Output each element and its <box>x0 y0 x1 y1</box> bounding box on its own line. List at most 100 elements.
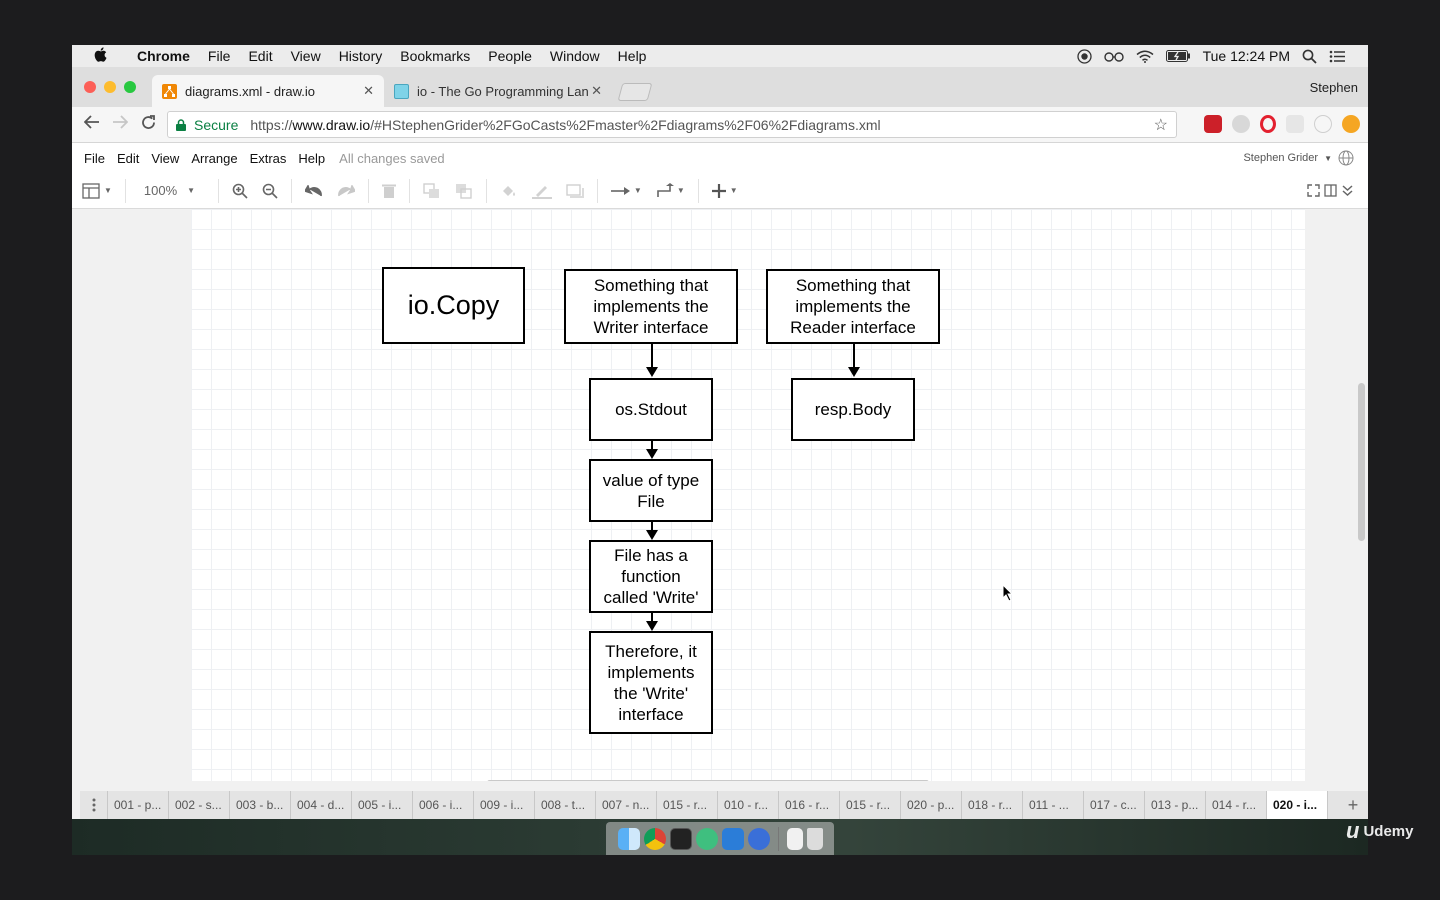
reload-icon[interactable] <box>134 114 162 135</box>
browser-tab-go-docs[interactable]: io - The Go Programming Lang ✕ <box>384 75 612 107</box>
shadow-icon[interactable] <box>559 183 591 199</box>
edge-valuefile-to-filewrite[interactable] <box>646 522 658 540</box>
line-color-icon[interactable] <box>525 183 559 199</box>
vertical-scrollbar[interactable] <box>1358 383 1365 541</box>
list-icon[interactable] <box>1329 50 1346 63</box>
record-icon[interactable] <box>1076 48 1092 64</box>
insert-menu[interactable]: ▼ <box>705 183 745 198</box>
opera-extension-icon[interactable] <box>1260 115 1276 133</box>
menu-people[interactable]: People <box>479 48 541 64</box>
wifi-icon[interactable] <box>1136 50 1154 63</box>
menu-window[interactable]: Window <box>541 48 609 64</box>
close-tab-icon[interactable]: ✕ <box>363 83 374 99</box>
lastpass-extension-icon[interactable] <box>1204 115 1222 133</box>
edge-writer-to-stdout[interactable] <box>646 344 658 377</box>
close-window-button[interactable] <box>84 81 96 93</box>
node-writer-interface[interactable]: Something that implements the Writer int… <box>564 269 738 344</box>
page-tab[interactable]: 009 - i... <box>474 791 535 819</box>
drawio-menu-extras[interactable]: Extras <box>244 151 293 166</box>
edge-filewrite-to-therefore[interactable] <box>646 613 658 631</box>
connection-style-select[interactable]: ▼ <box>604 186 649 196</box>
delete-icon[interactable] <box>375 183 403 199</box>
drawio-menu-file[interactable]: File <box>72 151 111 166</box>
format-panel-icon[interactable] <box>1324 184 1337 197</box>
browser-tab-drawio[interactable]: diagrams.xml - draw.io ✕ <box>152 75 384 107</box>
vscode-icon[interactable] <box>721 827 744 850</box>
format-panel-toggle[interactable]: ▼ <box>72 182 119 199</box>
edge-reader-to-respbody[interactable] <box>848 344 860 377</box>
chrome-icon[interactable] <box>643 827 666 850</box>
to-front-icon[interactable] <box>416 182 448 199</box>
node-value-of-type-file[interactable]: value of type File <box>589 459 713 522</box>
page-tab[interactable]: 003 - b... <box>230 791 291 819</box>
menu-bookmarks[interactable]: Bookmarks <box>391 48 479 64</box>
page-tab[interactable]: 016 - r... <box>779 791 840 819</box>
page-tab[interactable]: 020 - p... <box>901 791 962 819</box>
clock[interactable]: Tue 12:24 PM <box>1203 48 1290 64</box>
node-os-stdout[interactable]: os.Stdout <box>589 378 713 441</box>
zoom-window-button[interactable] <box>124 81 136 93</box>
drawio-menu-view[interactable]: View <box>145 151 185 166</box>
close-tab-icon[interactable]: ✕ <box>591 83 602 99</box>
drawio-menu-edit[interactable]: Edit <box>111 151 145 166</box>
menu-file[interactable]: File <box>199 48 240 64</box>
page-tab[interactable]: 004 - d... <box>291 791 352 819</box>
to-back-icon[interactable] <box>448 183 480 199</box>
page-tab[interactable]: 011 - ... <box>1023 791 1084 819</box>
edge-stdout-to-valuefile[interactable] <box>646 441 658 459</box>
menu-chrome[interactable]: Chrome <box>128 48 199 64</box>
user-menu[interactable]: Stephen Grider ▼ <box>1243 150 1368 166</box>
node-implements-write[interactable]: Therefore, it implements the 'Write' int… <box>589 631 713 734</box>
page-tab[interactable]: 006 - i... <box>413 791 474 819</box>
menu-view[interactable]: View <box>282 48 330 64</box>
node-file-has-write[interactable]: File has a function called 'Write' <box>589 540 713 613</box>
drawio-menu-help[interactable]: Help <box>292 151 331 166</box>
undo-icon[interactable] <box>298 184 330 197</box>
fullscreen-icon[interactable] <box>1307 184 1320 197</box>
trash-icon[interactable] <box>806 827 823 850</box>
cloud-extension-icon[interactable] <box>1232 115 1250 133</box>
link-extension-icon[interactable] <box>1286 115 1304 133</box>
page-tab[interactable]: 017 - c... <box>1084 791 1145 819</box>
diagram-workspace[interactable]: io.Copy Something that implements the Wr… <box>72 209 1368 781</box>
collapse-toolbar-icon[interactable] <box>1341 184 1354 197</box>
menu-help[interactable]: Help <box>609 48 656 64</box>
spotlight-icon[interactable] <box>1302 49 1317 64</box>
finder-icon[interactable] <box>617 827 640 850</box>
new-tab-button[interactable] <box>617 83 653 101</box>
back-icon[interactable] <box>78 115 106 134</box>
page-tab[interactable]: 001 - p... <box>108 791 169 819</box>
page-tab[interactable]: 008 - t... <box>535 791 596 819</box>
apple-icon[interactable] <box>72 46 128 66</box>
node-reader-interface[interactable]: Something that implements the Reader int… <box>766 269 940 344</box>
menu-history[interactable]: History <box>330 48 392 64</box>
minimize-window-button[interactable] <box>104 81 116 93</box>
page-tab[interactable]: 015 - r... <box>657 791 718 819</box>
forward-icon[interactable] <box>106 115 134 134</box>
page-tab[interactable]: 018 - r... <box>962 791 1023 819</box>
glasses-icon[interactable] <box>1103 50 1124 62</box>
drawio-menu-arrange[interactable]: Arrange <box>185 151 243 166</box>
page-tab[interactable]: 013 - p... <box>1145 791 1206 819</box>
documents-icon[interactable] <box>786 827 803 850</box>
zoom-in-icon[interactable] <box>225 183 255 199</box>
redo-icon[interactable] <box>330 184 362 197</box>
battery-icon[interactable] <box>1165 50 1191 62</box>
secure-indicator[interactable]: Secure <box>176 117 238 133</box>
node-io-copy[interactable]: io.Copy <box>382 267 525 344</box>
zoom-select[interactable]: 100% ▼ <box>132 183 212 198</box>
page-tab[interactable]: 020 - i... <box>1267 791 1328 819</box>
address-bar[interactable]: Secure https://www.draw.io/#HStephenGrid… <box>167 111 1177 138</box>
browser-globe-icon[interactable] <box>695 827 718 850</box>
page-tab[interactable]: 015 - r... <box>840 791 901 819</box>
page-tab[interactable]: 005 - i... <box>352 791 413 819</box>
page-tab[interactable]: 002 - s... <box>169 791 230 819</box>
play-extension-icon[interactable] <box>1314 115 1332 133</box>
menu-edit[interactable]: Edit <box>239 48 281 64</box>
waypoint-style-select[interactable]: ▼ <box>649 182 692 199</box>
zoom-out-icon[interactable] <box>255 183 285 199</box>
fill-color-icon[interactable] <box>493 183 525 199</box>
terminal-icon[interactable] <box>669 827 692 850</box>
pages-menu-icon[interactable] <box>80 791 108 819</box>
globe-icon[interactable] <box>1338 150 1354 166</box>
